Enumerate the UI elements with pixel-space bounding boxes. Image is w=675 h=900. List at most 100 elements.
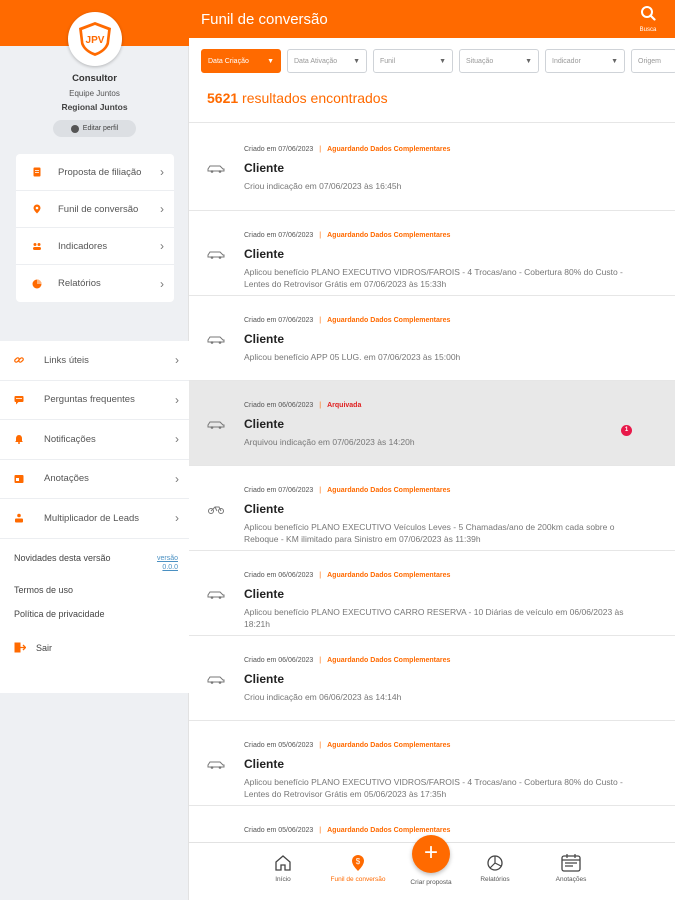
lead-card[interactable]: Criado em 05/06/2023 | Aguardando Dados Co… xyxy=(189,721,675,806)
logout-label: Sair xyxy=(36,642,53,653)
logout-icon xyxy=(14,642,26,653)
leads-list: Criado em 07/06/2023 | Aguardando Dados Co… xyxy=(189,125,675,866)
lead-card[interactable]: Criado em 07/06/2023 | Aguardando Dados Co… xyxy=(189,211,675,296)
home-icon xyxy=(275,855,291,871)
chevron-right-icon: › xyxy=(160,165,164,179)
car-icon xyxy=(207,676,225,684)
lead-created: Criado em 06/06/2023 xyxy=(244,572,314,579)
filter-data-ativacao[interactable]: Data Ativação ▼ xyxy=(287,49,367,73)
notification-badge: 1 xyxy=(621,425,632,436)
search-button[interactable]: Busca xyxy=(635,5,661,33)
sidebar-item-multiplicador[interactable]: Multiplicador de Leads › xyxy=(0,499,189,539)
edit-profile-button[interactable]: Editar perfil xyxy=(53,120,136,137)
app: JPV Consultor Equipe Juntos Regional Jun… xyxy=(0,0,675,900)
shield-logo-icon: JPV xyxy=(79,22,111,56)
car-icon xyxy=(207,761,225,769)
bell-icon xyxy=(15,435,23,445)
sidebar: JPV Consultor Equipe Juntos Regional Jun… xyxy=(0,0,189,900)
logo: JPV xyxy=(68,12,122,66)
lead-meta: Criado em 06/06/2023 | Aguardando Dados Co… xyxy=(244,572,450,579)
chevron-right-icon: › xyxy=(175,432,179,447)
lead-name: Cliente xyxy=(244,757,285,771)
search-label: Busca xyxy=(639,27,657,33)
sidebar-item-proposta[interactable]: Proposta de filiação › xyxy=(16,154,174,191)
lead-card[interactable]: Criado em 07/06/2023 | Aguardando Dados Co… xyxy=(189,125,675,211)
caret-down-icon: ▼ xyxy=(525,57,532,65)
lead-created: Criado em 07/06/2023 xyxy=(244,232,314,239)
news-link[interactable]: Novidades desta versão xyxy=(14,553,114,563)
nav-funnel[interactable]: $ Funil de conversão xyxy=(323,853,393,883)
lead-description: Aplicou benefício PLANO EXECUTIVO VIDROS… xyxy=(244,777,623,799)
calendar-notes-icon xyxy=(561,854,581,872)
filter-bar: Data Criação ▼ Data Ativação ▼ Funil ▼ Situ… xyxy=(201,49,675,73)
chat-icon xyxy=(14,395,24,405)
sidebar-card-menu: Proposta de filiação › Funil de conversã… xyxy=(16,154,174,302)
lead-name: Cliente xyxy=(244,247,285,261)
filter-data-criacao[interactable]: Data Criação ▼ xyxy=(201,49,281,73)
car-icon xyxy=(207,591,225,599)
create-proposal-button[interactable]: + xyxy=(412,835,450,873)
chevron-right-icon: › xyxy=(175,511,179,526)
lead-card[interactable]: Criado em 06/06/2023 | Aguardando Dados Co… xyxy=(189,636,675,721)
filter-origem[interactable]: Origem xyxy=(631,49,675,73)
separator: | xyxy=(319,827,322,834)
sidebar-item-links[interactable]: Links úteis › xyxy=(0,341,189,381)
sidebar-item-label: Notificações xyxy=(44,433,96,445)
funnel-pin-icon xyxy=(33,204,41,214)
filter-situacao[interactable]: Situação ▼ xyxy=(459,49,539,73)
lead-card[interactable]: Criado em 07/06/2023 | Aguardando Dados Co… xyxy=(189,466,675,551)
filter-label: Funil xyxy=(380,57,396,65)
separator: | xyxy=(319,402,322,409)
separator: | xyxy=(319,742,322,749)
sidebar-item-funil[interactable]: Funil de conversão › xyxy=(16,191,174,228)
nav-label: Anotações xyxy=(555,876,587,883)
bottom-nav: Início $ Funil de conversão + Criar prop… xyxy=(189,835,675,900)
sidebar-item-notificacoes[interactable]: Notificações › xyxy=(0,420,189,460)
caret-down-icon: ▼ xyxy=(267,57,274,65)
nav-home[interactable]: Início xyxy=(248,853,318,883)
lead-meta: Criado em 05/06/2023 | Aguardando Dados Co… xyxy=(244,742,450,749)
filter-indicador[interactable]: Indicador ▼ xyxy=(545,49,625,73)
lead-meta: Criado em 07/06/2023 | Aguardando Dados Co… xyxy=(244,487,450,494)
sidebar-item-label: Proposta de filiação xyxy=(58,166,142,178)
motorcycle-icon xyxy=(208,506,224,514)
separator: | xyxy=(319,232,322,239)
sidebar-item-label: Links úteis xyxy=(44,354,89,366)
lead-description: Aplicou benefício PLANO EXECUTIVO VIDROS… xyxy=(244,267,623,289)
lead-name: Cliente xyxy=(244,332,285,346)
lead-name: Cliente xyxy=(244,502,285,516)
sidebar-item-relatorios[interactable]: Relatórios › xyxy=(16,265,174,302)
status-badge: Aguardando Dados Complementares xyxy=(327,146,451,153)
lead-description: Aplicou benefício APP 05 LUG. em 07/06/2… xyxy=(244,352,461,362)
lead-meta: Criado em 06/06/2023 | Arquivada xyxy=(244,402,361,409)
sidebar-item-faq[interactable]: Perguntas frequentes › xyxy=(0,381,189,420)
lead-card[interactable]: Criado em 07/06/2023 | Aguardando Dados Co… xyxy=(189,296,675,381)
user-team: Equipe Juntos xyxy=(69,89,120,98)
filter-funil[interactable]: Funil ▼ xyxy=(373,49,453,73)
lead-created: Criado em 07/06/2023 xyxy=(244,146,314,153)
page-title: Funil de conversão xyxy=(201,11,328,28)
nav-notes[interactable]: Anotações xyxy=(536,853,606,883)
sidebar-item-anotacoes[interactable]: Anotações › xyxy=(0,460,189,499)
status-badge: Aguardando Dados Complementares xyxy=(327,827,451,834)
sidebar-item-indicadores[interactable]: Indicadores › xyxy=(16,228,174,265)
status-badge: Aguardando Dados Complementares xyxy=(327,487,451,494)
separator: | xyxy=(319,317,322,324)
create-proposal-label: Criar proposta xyxy=(410,879,452,886)
lead-card[interactable]: Criado em 06/06/2023 | Aguardando Dados Co… xyxy=(189,551,675,636)
results-count: 5621 xyxy=(207,90,239,106)
sidebar-item-label: Anotações xyxy=(44,473,89,485)
separator: | xyxy=(319,146,322,153)
chevron-right-icon: › xyxy=(175,392,179,407)
logout-button[interactable]: Sair xyxy=(14,642,52,653)
sidebar-links: Novidades desta versão versão 0.0.0 Term… xyxy=(0,539,189,693)
version-link[interactable]: versão 0.0.0 xyxy=(152,554,178,572)
sidebar-item-label: Perguntas frequentes xyxy=(44,394,135,406)
nav-reports[interactable]: Relatórios xyxy=(460,853,530,883)
privacy-link[interactable]: Política de privacidade xyxy=(14,609,105,619)
lead-card-archived[interactable]: Criado em 06/06/2023 | Arquivada Cliente A… xyxy=(189,381,675,466)
terms-link[interactable]: Termos de uso xyxy=(14,585,73,595)
notes-icon xyxy=(14,474,24,483)
lead-created: Criado em 07/06/2023 xyxy=(244,487,314,494)
lead-name: Cliente xyxy=(244,672,285,686)
